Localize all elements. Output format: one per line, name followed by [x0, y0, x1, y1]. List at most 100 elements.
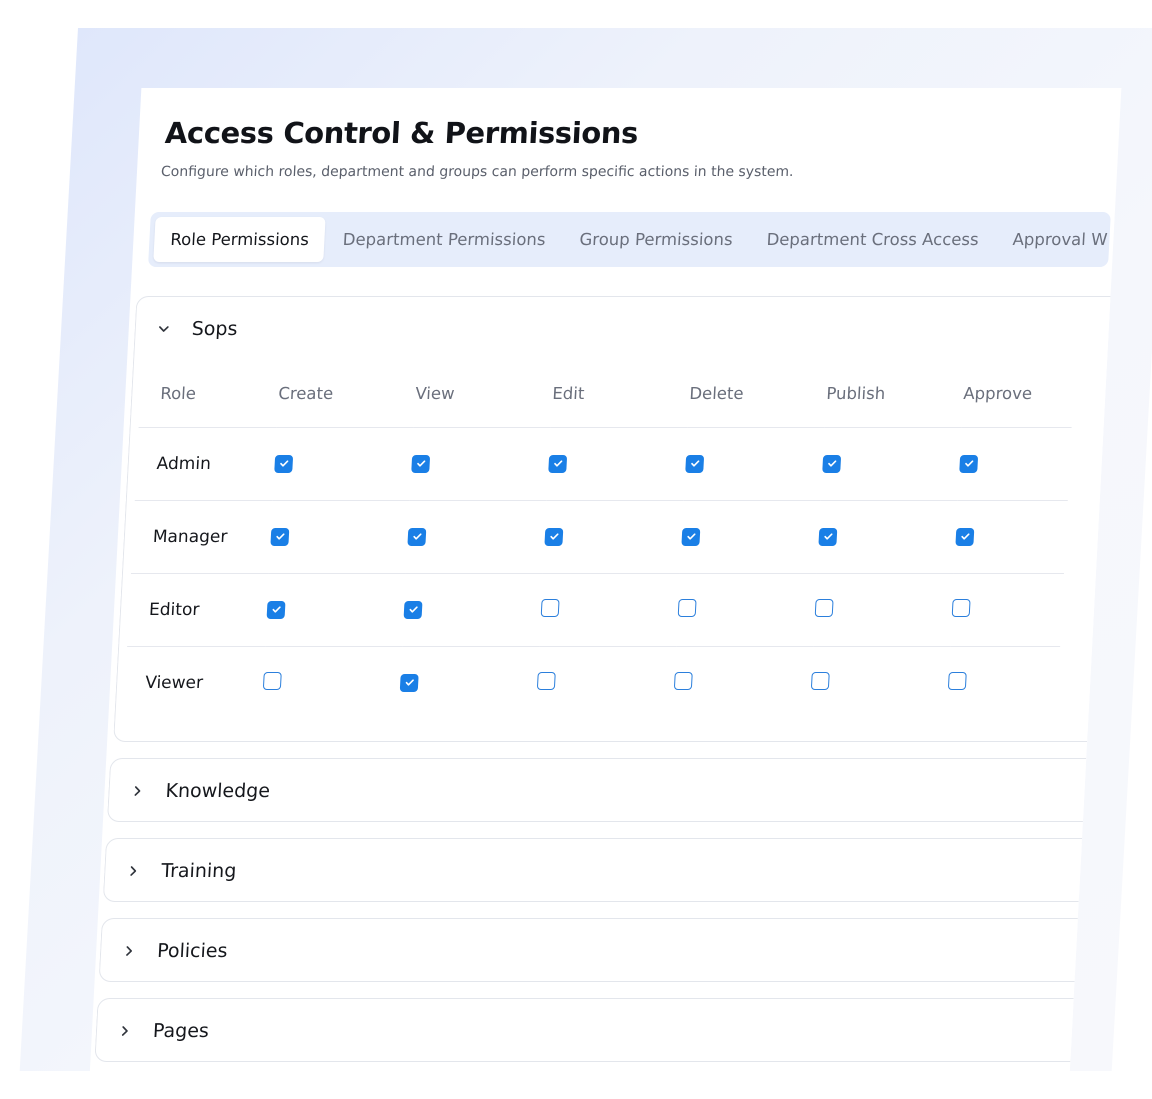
permission-cell	[546, 427, 688, 500]
section-title: Training	[160, 860, 237, 882]
checkbox-create[interactable]	[270, 527, 290, 546]
check-icon	[823, 533, 833, 540]
checkbox-create[interactable]	[266, 600, 286, 619]
section-policies-header[interactable]: Policies	[99, 919, 1077, 983]
section-pages[interactable]: Pages	[94, 998, 1074, 1063]
checkbox-approve[interactable]	[955, 527, 975, 546]
checkbox-publish[interactable]	[810, 671, 830, 690]
permission-cell	[816, 500, 958, 573]
section-training-header[interactable]: Training	[104, 839, 1082, 903]
chevron-right-icon	[119, 941, 140, 961]
role-name: Viewer	[123, 646, 266, 719]
permission-cell	[265, 573, 406, 646]
checkbox-view[interactable]	[407, 527, 427, 546]
checkbox-edit[interactable]	[548, 454, 568, 473]
section-training[interactable]: Training	[102, 838, 1083, 903]
checkbox-publish[interactable]	[814, 598, 834, 617]
permission-cell	[272, 427, 414, 500]
chevron-down-icon	[153, 319, 174, 339]
checkbox-delete[interactable]	[681, 527, 701, 546]
permission-cell	[402, 573, 543, 646]
section-title: Policies	[156, 940, 229, 962]
chevron-right-icon	[127, 781, 148, 801]
column-header-create: Create	[277, 384, 334, 404]
tab-approval[interactable]: Approval W	[995, 217, 1110, 262]
chevron-right-icon	[123, 861, 144, 881]
check-icon	[405, 679, 414, 686]
permission-cell	[679, 500, 821, 573]
checkbox-approve[interactable]	[951, 598, 971, 617]
main-panel: Access Control & Permissions Configure w…	[89, 88, 1122, 1078]
checkbox-approve[interactable]	[959, 454, 979, 473]
column-header-view: View	[414, 384, 456, 404]
permission-cell	[409, 427, 551, 500]
section-title: Pages	[152, 1020, 210, 1042]
checkbox-approve[interactable]	[947, 671, 967, 690]
permission-cell	[398, 646, 540, 719]
permission-cell	[820, 427, 962, 500]
permission-cell	[809, 646, 951, 719]
table-header-row: Role Create View Edit Delete Publish App…	[139, 361, 1075, 427]
section-knowledge[interactable]: Knowledge	[106, 758, 1087, 823]
checkbox-edit[interactable]	[536, 671, 556, 690]
table-row: Admin	[134, 427, 1072, 500]
check-icon	[549, 533, 559, 540]
permission-cell	[946, 646, 1061, 719]
table-row: Viewer	[123, 646, 1061, 719]
permission-cell	[683, 427, 825, 500]
section-knowledge-header[interactable]: Knowledge	[108, 759, 1086, 823]
tab-department-cross-access[interactable]: Department Cross Access	[749, 217, 995, 262]
check-icon	[553, 460, 562, 467]
section-sops-header[interactable]: Sops	[134, 297, 1110, 361]
page-subtitle: Configure which roles, department and gr…	[160, 164, 794, 180]
check-icon	[686, 533, 696, 540]
table-row: Manager	[130, 500, 1068, 573]
check-icon	[275, 533, 285, 540]
role-name: Admin	[134, 427, 277, 500]
role-name: Editor	[127, 573, 269, 646]
role-name: Manager	[130, 500, 273, 573]
permission-cell	[950, 573, 1064, 646]
tab-group-permissions[interactable]: Group Permissions	[562, 217, 749, 262]
checkbox-view[interactable]	[403, 600, 423, 619]
column-header-delete: Delete	[688, 384, 745, 404]
check-icon	[409, 606, 418, 613]
section-policies[interactable]: Policies	[98, 918, 1078, 983]
section-title: Knowledge	[164, 780, 271, 802]
checkbox-publish[interactable]	[822, 454, 842, 473]
checkbox-view[interactable]	[411, 454, 431, 473]
column-header-approve: Approve	[962, 384, 1033, 404]
page-title: Access Control & Permissions	[164, 116, 639, 150]
tab-bar: Role Permissions Department Permissions …	[148, 212, 1111, 267]
checkbox-edit[interactable]	[544, 527, 564, 546]
tab-role-permissions[interactable]: Role Permissions	[153, 217, 327, 262]
checkbox-view[interactable]	[399, 673, 419, 692]
section-sops: Sops Role Create View Edit Delete Publis…	[113, 296, 1111, 742]
checkbox-delete[interactable]	[673, 671, 693, 690]
permission-cell	[676, 573, 817, 646]
chevron-right-icon	[114, 1021, 135, 1041]
permission-cell	[813, 573, 954, 646]
section-pages-header[interactable]: Pages	[95, 999, 1073, 1063]
permissions-screen: Access Control & Permissions Configure w…	[0, 0, 1152, 1099]
checkbox-create[interactable]	[274, 454, 294, 473]
permission-cell	[268, 500, 410, 573]
permission-cell	[957, 427, 1072, 500]
permission-cell	[672, 646, 814, 719]
checkbox-delete[interactable]	[685, 454, 705, 473]
check-icon	[960, 533, 970, 540]
check-icon	[690, 460, 699, 467]
column-header-edit: Edit	[551, 384, 585, 404]
checkbox-delete[interactable]	[677, 598, 697, 617]
checkbox-publish[interactable]	[818, 527, 838, 546]
tab-department-permissions[interactable]: Department Permissions	[326, 217, 563, 262]
checkbox-edit[interactable]	[540, 598, 560, 617]
column-header-role: Role	[159, 384, 197, 404]
check-icon	[827, 460, 836, 467]
permission-cell	[542, 500, 684, 573]
permission-cell	[405, 500, 547, 573]
permission-cell	[535, 646, 677, 719]
permission-cell	[539, 573, 680, 646]
column-header-publish: Publish	[825, 384, 886, 404]
checkbox-create[interactable]	[262, 671, 282, 690]
